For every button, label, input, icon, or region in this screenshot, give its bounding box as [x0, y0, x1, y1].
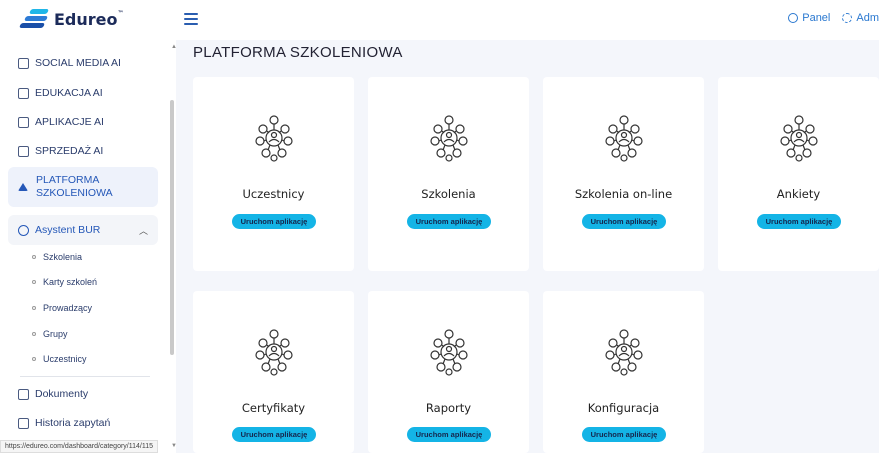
gear-icon [842, 13, 853, 23]
status-bar-url: https://edureo.com/dashboard/category/11… [0, 440, 159, 453]
card-title: Szkolenia [421, 187, 476, 201]
history-icon [18, 417, 29, 429]
bullet-icon [32, 357, 36, 361]
launch-app-button[interactable]: Uruchom aplikację [232, 214, 316, 229]
sidebar-item-historia-zapytan[interactable]: Historia zapytań [8, 416, 158, 430]
apps-icon [18, 116, 29, 128]
logo-mark-icon [18, 8, 50, 30]
sidebar-subitem-szkolenia[interactable]: Szkolenia [32, 252, 82, 262]
card-title: Certyfikaty [241, 401, 306, 415]
sidebar-subitem-uczestnicy[interactable]: Uczestnicy [32, 354, 87, 364]
app-card-certyfikaty[interactable]: Certyfikaty Uruchom aplikację [193, 291, 354, 453]
page-title: PLATFORMA SZKOLENIOWA [193, 44, 403, 61]
card-title: Szkolenia on-line [574, 187, 673, 201]
panel-link[interactable]: Panel [788, 12, 830, 24]
sidebar-subitem-prowadzacy[interactable]: Prowadzący [32, 303, 92, 313]
sidebar-item-aplikacje[interactable]: APLIKACJE AI [8, 115, 158, 129]
card-title: Ankiety [776, 187, 821, 201]
app-card-uczestnicy[interactable]: Uczestnicy Uruchom aplikację [193, 77, 354, 271]
app-card-szkolenia-online[interactable]: Szkolenia on-line Uruchom aplikację [543, 77, 704, 271]
sidebar-item-dokumenty[interactable]: Dokumenty [8, 387, 158, 401]
card-title: Konfiguracja [587, 401, 660, 415]
launch-app-button[interactable]: Uruchom aplikację [407, 214, 491, 229]
cart-icon [18, 145, 29, 157]
network-people-icon [255, 115, 293, 162]
users-icon [18, 224, 29, 236]
hamburger-menu-icon[interactable] [184, 13, 198, 25]
top-bar: Edureo™ Panel Adm [0, 0, 879, 40]
launch-app-button[interactable]: Uruchom aplikację [757, 214, 841, 229]
sidebar-item-edukacja[interactable]: EDUKACJA AI [8, 86, 158, 100]
launch-app-button[interactable]: Uruchom aplikację [407, 427, 491, 442]
bullet-icon [32, 255, 36, 259]
chevron-up-icon: ︿ [138, 225, 148, 236]
app-card-ankiety[interactable]: Ankiety Uruchom aplikację [718, 77, 879, 271]
sidebar-divider [20, 376, 150, 377]
sidebar-subitem-karty-szkolen[interactable]: Karty szkoleń [32, 277, 97, 287]
launch-app-button[interactable]: Uruchom aplikację [582, 214, 666, 229]
sidebar-group-asystent-bur[interactable]: Asystent BUR ︿ [8, 215, 158, 245]
scroll-down-arrow-icon[interactable]: ▼ [171, 443, 176, 449]
document-icon [18, 388, 29, 400]
network-people-icon [430, 115, 468, 162]
sidebar: ▲ ▼ SOCIAL MEDIA AI EDUKACJA AI APLIKACJ… [0, 40, 176, 453]
sidebar-scrollbar[interactable] [170, 100, 174, 355]
admin-link[interactable]: Adm [842, 12, 879, 24]
sidebar-item-platforma-szkoleniowa[interactable]: PLATFORMA SZKOLENIOWA [8, 167, 158, 207]
card-title: Raporty [425, 401, 472, 415]
app-card-raporty[interactable]: Raporty Uruchom aplikację [368, 291, 529, 453]
scroll-up-arrow-icon[interactable]: ▲ [171, 44, 176, 50]
network-people-icon [780, 115, 818, 162]
app-card-szkolenia[interactable]: Szkolenia Uruchom aplikację [368, 77, 529, 271]
launch-app-button[interactable]: Uruchom aplikację [232, 427, 316, 442]
network-people-icon [255, 329, 293, 376]
social-icon [18, 57, 29, 69]
bullet-icon [32, 280, 36, 284]
sidebar-subitem-grupy[interactable]: Grupy [32, 329, 68, 339]
sidebar-item-social-media[interactable]: SOCIAL MEDIA AI [8, 56, 158, 70]
card-title: Uczestnicy [242, 187, 305, 201]
logo[interactable]: Edureo™ [18, 8, 124, 30]
bullet-icon [32, 306, 36, 310]
network-people-icon [605, 115, 643, 162]
network-people-icon [430, 329, 468, 376]
network-people-icon [605, 329, 643, 376]
bullet-icon [32, 332, 36, 336]
logo-text: Edureo™ [54, 9, 124, 29]
sidebar-item-sprzedaz[interactable]: SPRZEDAŻ AI [8, 144, 158, 158]
education-icon [18, 87, 29, 99]
launch-app-button[interactable]: Uruchom aplikację [582, 427, 666, 442]
panel-icon [788, 13, 799, 23]
layers-icon [18, 183, 28, 191]
app-card-konfiguracja[interactable]: Konfiguracja Uruchom aplikację [543, 291, 704, 453]
